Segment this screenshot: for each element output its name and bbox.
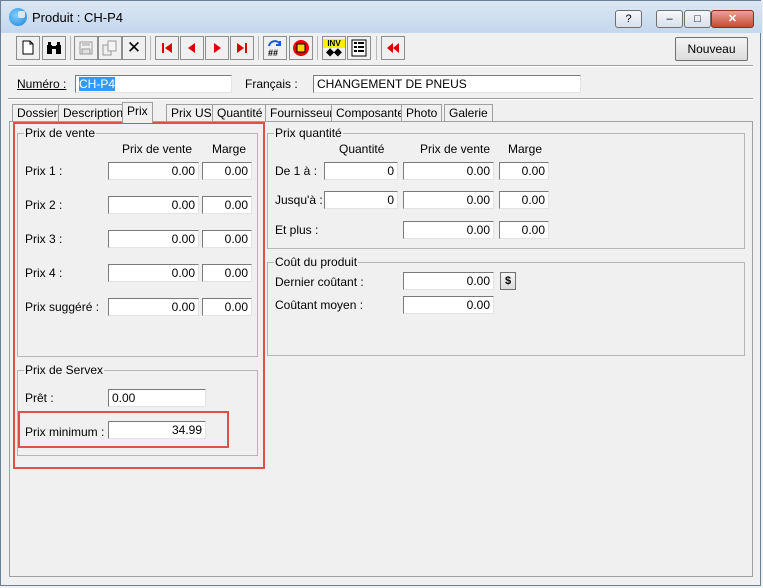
find-binoculars-icon[interactable]	[42, 36, 66, 60]
dernier-coutant-field[interactable]: 0.00	[403, 272, 494, 290]
last-record-icon[interactable]	[230, 36, 254, 60]
francais-label: Français :	[245, 77, 298, 91]
tab-photo[interactable]: Photo	[401, 104, 443, 122]
coutant-moyen-label: Coûtant moyen :	[275, 298, 364, 312]
de-1-a-marge-field[interactable]: 0.00	[499, 162, 549, 180]
toolbar-separator	[70, 36, 71, 60]
tab-prix-us[interactable]: Prix US	[166, 104, 217, 122]
de-1-a-label: De 1 à :	[275, 164, 318, 178]
first-record-icon[interactable]	[155, 36, 179, 60]
nouveau-button[interactable]: Nouveau	[675, 37, 748, 61]
et-plus-marge-field[interactable]: 0.00	[499, 221, 549, 239]
save-icon[interactable]	[74, 36, 98, 60]
close-button[interactable]: ✕	[711, 10, 754, 28]
numero-label: Numéro :	[17, 77, 67, 91]
jusqua-prix-field[interactable]: 0.00	[403, 191, 494, 209]
copy-icon[interactable]	[98, 36, 122, 60]
tab-prix[interactable]: Prix	[122, 102, 153, 123]
delete-icon[interactable]: ✕	[122, 36, 146, 60]
qte-prix-col-header: Prix de vente	[420, 142, 491, 156]
toolbar-separator	[317, 36, 318, 60]
next-record-icon[interactable]	[205, 36, 229, 60]
numero-field[interactable]: CH-P4	[75, 75, 232, 93]
toolbar-separator	[376, 36, 377, 60]
tab-fournisseur[interactable]: Fournisseur	[265, 104, 339, 122]
et-plus-label: Et plus :	[275, 223, 319, 237]
renumber-icon[interactable]: ##	[263, 36, 287, 60]
dernier-coutant-label: Dernier coûtant :	[275, 275, 364, 289]
list-icon[interactable]	[347, 36, 371, 60]
cout-produit-title: Coût du produit	[274, 255, 359, 269]
dollar-button[interactable]: $	[500, 272, 516, 290]
window-title: Produit : CH-P4	[32, 10, 124, 25]
tab-composante[interactable]: Composante	[331, 104, 410, 122]
de-1-a-qte-field[interactable]: 0	[324, 162, 398, 180]
tab-description[interactable]: Description	[58, 104, 129, 122]
francais-field[interactable]: CHANGEMENT DE PNEUS	[313, 75, 581, 93]
rewind-icon[interactable]	[381, 36, 405, 60]
toolbar-divider	[8, 65, 753, 67]
tab-quantite[interactable]: Quantité	[212, 104, 268, 122]
prix-quantite-title: Prix quantité	[274, 126, 343, 140]
jusqua-marge-field[interactable]: 0.00	[499, 191, 549, 209]
new-document-icon[interactable]	[16, 36, 40, 60]
toolbar-separator	[258, 36, 259, 60]
highlight-box-prix-minimum	[18, 411, 229, 448]
minimize-button[interactable]: ‒	[656, 10, 683, 28]
header-divider	[8, 98, 753, 100]
et-plus-prix-field[interactable]: 0.00	[403, 221, 494, 239]
quantite-col-header: Quantité	[339, 142, 385, 156]
jusqua-qte-field[interactable]: 0	[324, 191, 398, 209]
jusqua-label: Jusqu'à :	[275, 193, 323, 207]
app-icon	[9, 8, 27, 26]
svg-text:##: ##	[268, 48, 278, 57]
maximize-button[interactable]: □	[684, 10, 711, 28]
numero-value: CH-P4	[79, 77, 116, 91]
inventory-icon[interactable]: INV ◆◆	[322, 36, 346, 60]
de-1-a-prix-field[interactable]: 0.00	[403, 162, 494, 180]
tab-galerie[interactable]: Galerie	[444, 104, 493, 122]
previous-record-icon[interactable]	[180, 36, 204, 60]
help-button[interactable]: ?	[615, 10, 642, 28]
coutant-moyen-field[interactable]: 0.00	[403, 296, 494, 314]
toolbar-separator	[150, 36, 151, 60]
title-bar[interactable]: Produit : CH-P4 ? ‒ □ ✕	[1, 1, 762, 33]
tab-dossier[interactable]: Dossier	[12, 104, 63, 122]
stop-icon[interactable]	[289, 36, 313, 60]
qte-marge-col-header: Marge	[508, 142, 543, 156]
